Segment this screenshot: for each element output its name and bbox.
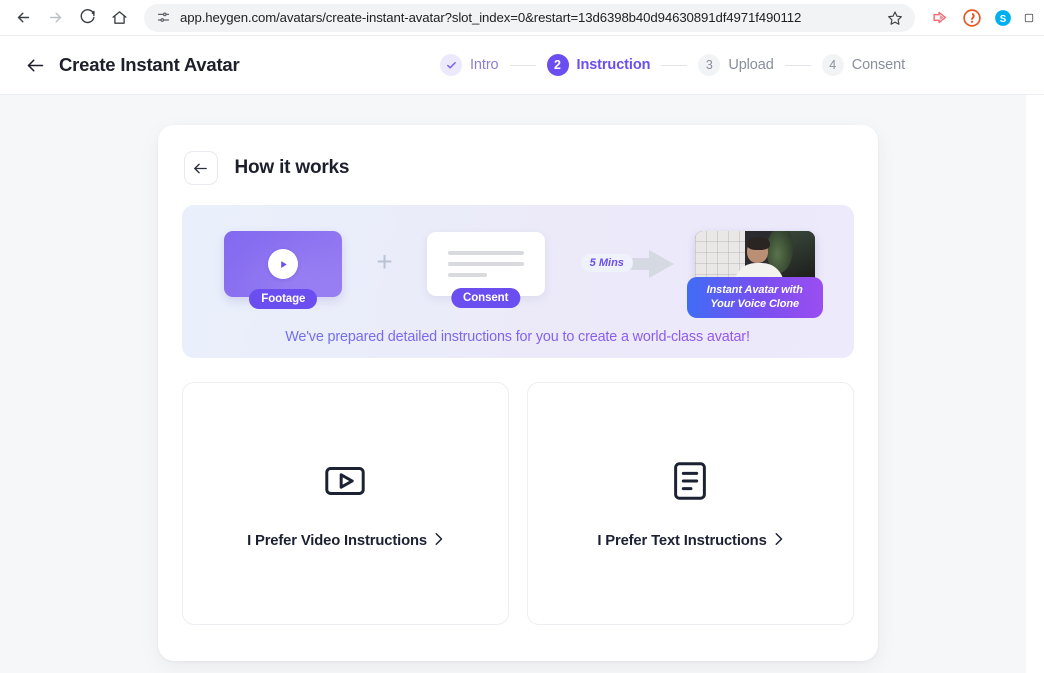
footage-thumbnail (224, 231, 343, 297)
video-play-square-icon (321, 457, 369, 505)
address-bar[interactable]: app.heygen.com/avatars/create-instant-av… (144, 3, 915, 32)
browser-back-button[interactable] (8, 3, 38, 33)
plus-icon: + (376, 246, 393, 277)
result-badge-line2: Your Voice Clone (710, 297, 799, 310)
step-separator-2 (661, 64, 688, 66)
result-badge: Instant Avatar with Your Voice Clone (686, 276, 823, 318)
step-consent-label: Consent (851, 57, 906, 73)
app-back-button[interactable] (22, 52, 48, 78)
step-upload[interactable]: 3 Upload (698, 54, 774, 76)
option-video-instructions[interactable]: I Prefer Video Instructions (181, 382, 509, 625)
chevron-right-icon (774, 532, 783, 550)
step-consent[interactable]: 4 Consent (821, 54, 906, 76)
option-text-instructions[interactable]: I Prefer Text Instructions (526, 382, 854, 625)
step-upload-label: Upload (728, 57, 774, 73)
step-upload-bubble: 3 (698, 54, 721, 76)
step-separator-3 (784, 64, 811, 66)
star-icon[interactable] (885, 8, 905, 28)
consent-document (426, 232, 545, 296)
step-instruction[interactable]: 2 Instruction (546, 54, 651, 76)
step-intro-bubble (440, 54, 462, 76)
scrollbar-track[interactable] (1026, 95, 1035, 673)
instruction-options: I Prefer Video Instructions I Prefer Tex… (181, 382, 854, 625)
page-title: Create Instant Avatar (59, 54, 240, 75)
extensions-area: S (923, 8, 1036, 27)
consent-label: Consent (451, 288, 521, 308)
process-arrow: 5 Mins (580, 242, 681, 286)
footage-label: Footage (249, 289, 318, 309)
text-document-square-icon (666, 457, 714, 505)
how-it-works-card: How it works Footage + Consent 5 Mins In… (157, 125, 878, 661)
site-settings-icon[interactable] (156, 10, 171, 25)
footage-item: Footage (224, 231, 343, 309)
stepper: Intro 2 Instruction 3 Upload 4 Consent (440, 36, 905, 94)
extension-icon-skype[interactable]: S (993, 8, 1012, 27)
duration-badge: 5 Mins (580, 254, 633, 272)
play-icon (268, 249, 299, 279)
option-video-label: I Prefer Video Instructions (247, 533, 427, 549)
svg-text:S: S (999, 13, 1006, 24)
result-badge-line1: Instant Avatar with (706, 283, 803, 296)
option-video-label-wrap: I Prefer Video Instructions (247, 532, 443, 550)
url-text: app.heygen.com/avatars/create-instant-av… (180, 10, 802, 25)
consent-item: Consent (426, 232, 545, 308)
banner-tagline: We've prepared detailed instructions for… (182, 329, 854, 345)
page-body: How it works Footage + Consent 5 Mins In… (0, 95, 1035, 673)
photo-person-hair (746, 236, 770, 250)
extension-icon-partial[interactable] (1024, 8, 1034, 27)
step-instruction-bubble: 2 (546, 54, 569, 76)
chevron-right-icon (434, 532, 443, 550)
step-instruction-label: Instruction (576, 57, 651, 73)
browser-forward-button[interactable] (40, 3, 70, 33)
result-item: Instant Avatar with Your Voice Clone (686, 231, 823, 318)
browser-reload-button[interactable] (72, 3, 102, 33)
doc-line (447, 262, 524, 266)
step-consent-bubble: 4 (821, 54, 844, 76)
step-intro[interactable]: Intro (440, 54, 499, 76)
browser-toolbar: app.heygen.com/avatars/create-instant-av… (0, 0, 1044, 36)
extension-icon-red-play[interactable] (931, 8, 950, 27)
doc-line (447, 273, 488, 277)
extension-icon-orange-shield[interactable] (962, 8, 981, 27)
how-it-works-banner: Footage + Consent 5 Mins Instant Avatar … (181, 205, 854, 358)
browser-home-button[interactable] (104, 3, 134, 33)
option-text-label-wrap: I Prefer Text Instructions (597, 532, 782, 550)
step-separator-1 (509, 64, 536, 66)
option-text-label: I Prefer Text Instructions (597, 533, 767, 549)
card-back-button[interactable] (183, 151, 218, 185)
banner-flow: Footage + Consent 5 Mins Instant Avatar … (182, 205, 854, 318)
app-header: Create Instant Avatar Intro 2 Instructio… (0, 36, 1044, 95)
doc-line (447, 251, 524, 255)
card-title: How it works (234, 157, 350, 178)
step-intro-label: Intro (470, 57, 499, 73)
card-header: How it works (182, 151, 854, 185)
